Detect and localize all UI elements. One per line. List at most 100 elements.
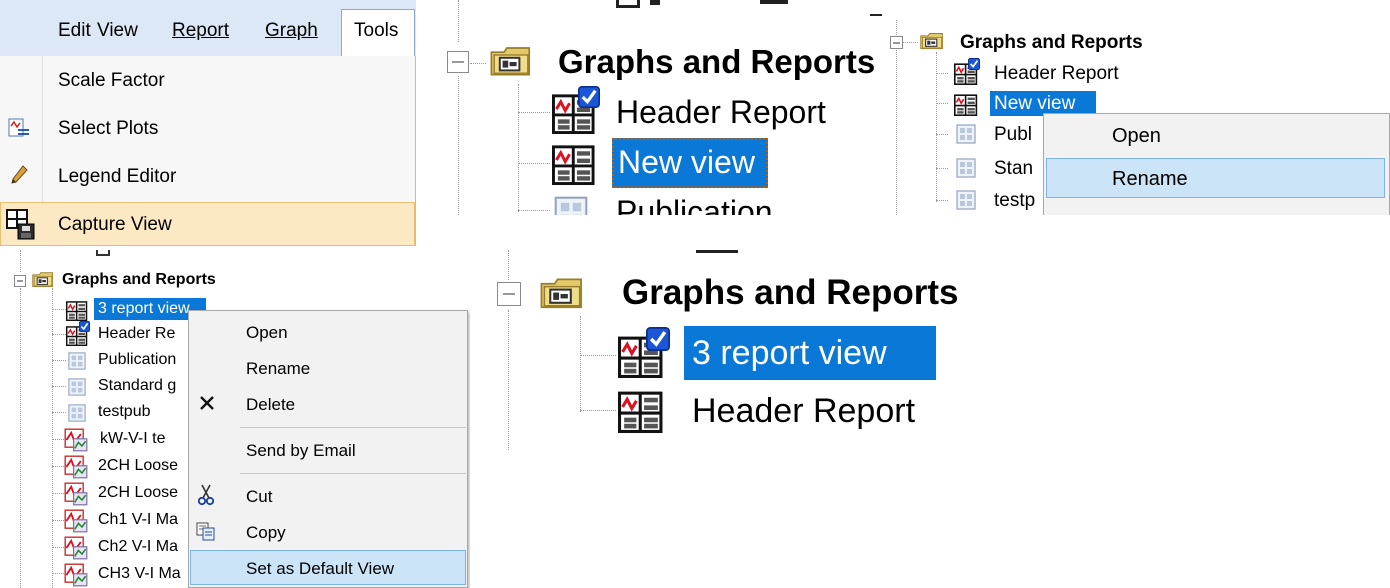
context-menu-delete-label: Delete: [246, 395, 296, 414]
collapse-button[interactable]: [890, 36, 903, 49]
tree-line: [52, 334, 66, 335]
tree-item-graph[interactable]: 2CH Loose: [98, 485, 178, 501]
menu-report[interactable]: Report: [172, 21, 229, 40]
tree-item-publication[interactable]: Publication: [616, 196, 773, 215]
tree-item-header-report[interactable]: Header Report: [616, 96, 826, 128]
tree-line: [20, 250, 21, 272]
context-menu-copy[interactable]: [190, 516, 466, 548]
panel-tools-menu: Edit View Report Graph Tools Scale Facto…: [0, 0, 416, 246]
tree-line: [936, 200, 948, 201]
tree-line: [902, 42, 918, 43]
tree-item-graph[interactable]: 2CH Loose: [98, 458, 178, 474]
context-menu-cut[interactable]: [190, 480, 466, 512]
context-menu-open[interactable]: [1046, 116, 1386, 156]
context-menu-rename-label: Rename: [246, 359, 311, 378]
context-menu-delete[interactable]: [190, 388, 466, 420]
collapse-button[interactable]: [497, 282, 521, 306]
menu-edit[interactable]: Edit: [58, 21, 91, 40]
tree-line: [936, 73, 948, 74]
tree-line: [52, 386, 66, 387]
tree-line: [52, 360, 66, 361]
tree-item-3-report-view-label: 3 report view: [692, 334, 887, 372]
publication-icon: [956, 158, 976, 178]
menu-tools-label: Tools: [354, 20, 399, 41]
collapse-button[interactable]: [14, 275, 26, 287]
menu-item-capture-view-label: Capture View: [58, 214, 172, 235]
tree-line: [936, 168, 948, 169]
context-menu-open-label: Open: [1112, 125, 1161, 147]
tree-item-publication[interactable]: Publ: [994, 125, 1032, 144]
tree-item-publication[interactable]: Publication: [98, 352, 176, 368]
checkmark-badge-icon: [646, 327, 670, 351]
tree-item-header-report[interactable]: Header Report: [994, 64, 1119, 83]
panel-tree-large: Graphs and Reports Header Report New vie…: [430, 0, 885, 215]
tree-item-graph[interactable]: CH3 V-I Ma: [98, 566, 181, 582]
clipped-fragment: [696, 250, 738, 253]
tree-line: [458, 76, 459, 215]
tree-line: [52, 309, 66, 310]
graph-icon: [64, 428, 88, 452]
panel-tree-default-set: Graphs and Reports 3 report view Header …: [480, 250, 1040, 450]
clipped-fragment: [760, 0, 788, 4]
menu-graph[interactable]: Graph: [265, 21, 318, 40]
menu-view[interactable]: View: [97, 21, 138, 40]
tree-item-new-view-label: New view: [994, 93, 1076, 114]
tree-root-label[interactable]: Graphs and Reports: [62, 272, 216, 288]
delete-x-icon: [200, 396, 214, 410]
tree-line: [508, 310, 509, 450]
graph-icon: [64, 509, 88, 533]
tree-root-label[interactable]: Graphs and Reports: [622, 275, 958, 310]
tree-line: [52, 520, 64, 521]
clipped-fragment: [650, 0, 660, 5]
context-menu-open-label: Open: [246, 323, 288, 342]
tree-line: [52, 288, 53, 588]
tree-item-3-report-view-label: 3 report view: [98, 300, 190, 317]
report-view-icon: [618, 387, 664, 433]
context-menu-open[interactable]: [190, 316, 466, 348]
tree-item-graph[interactable]: Ch1 V-I Ma: [98, 512, 178, 528]
publication-icon: [68, 378, 86, 396]
tree-root-label[interactable]: Graphs and Reports: [960, 33, 1143, 52]
context-menu-set-default-view-label: Set as Default View: [246, 559, 395, 578]
tree-root-label[interactable]: Graphs and Reports: [558, 45, 875, 78]
tree-item-standard[interactable]: Standard g: [98, 378, 176, 394]
tree-line: [20, 288, 21, 588]
tree-item-standard[interactable]: Stan: [994, 159, 1033, 178]
tree-item-testpub[interactable]: testp: [994, 191, 1035, 210]
report-view-icon: [552, 141, 596, 185]
tree-line: [896, 50, 897, 215]
tree-line: [896, 20, 897, 35]
panel-tree-rename-menu: Graphs and Reports Header Report New vie…: [886, 0, 1390, 215]
copy-icon: [196, 522, 215, 541]
pencil-icon: [11, 165, 28, 184]
checkmark-badge-icon: [79, 321, 90, 332]
graph-icon: [64, 455, 88, 479]
tree-item-new-view-label: New view: [618, 144, 755, 180]
context-menu-send-by-email-label: Send by Email: [246, 441, 356, 460]
tree-line: [52, 466, 64, 467]
tree-item-graph[interactable]: kW-V-I te: [100, 431, 166, 447]
checkmark-badge-icon: [968, 58, 980, 70]
graph-icon: [64, 536, 88, 560]
report-view-icon: [66, 299, 88, 321]
context-menu-rename[interactable]: [190, 352, 466, 384]
clipped-fragment: [870, 14, 882, 16]
tree-line: [508, 250, 509, 280]
tree-line: [580, 355, 616, 356]
context-menu-rename[interactable]: [1046, 158, 1385, 198]
tree-line: [936, 52, 937, 202]
menu-item-select-plots-label: Select Plots: [58, 118, 159, 139]
report-view-icon: [954, 92, 978, 116]
publication-icon: [956, 124, 976, 144]
collapse-button[interactable]: [447, 51, 469, 73]
folder-icon: [920, 32, 944, 51]
clipped-item-top: [616, 0, 640, 8]
tree-line: [936, 134, 948, 135]
folder-icon: [32, 271, 54, 289]
tree-item-header-report[interactable]: Header Re: [98, 326, 175, 342]
tree-item-header-report[interactable]: Header Report: [692, 394, 915, 428]
tree-line: [52, 412, 66, 413]
tree-item-graph[interactable]: Ch2 V-I Ma: [98, 539, 178, 555]
tree-item-testpub[interactable]: testpub: [98, 404, 150, 420]
tree-line: [52, 573, 64, 574]
